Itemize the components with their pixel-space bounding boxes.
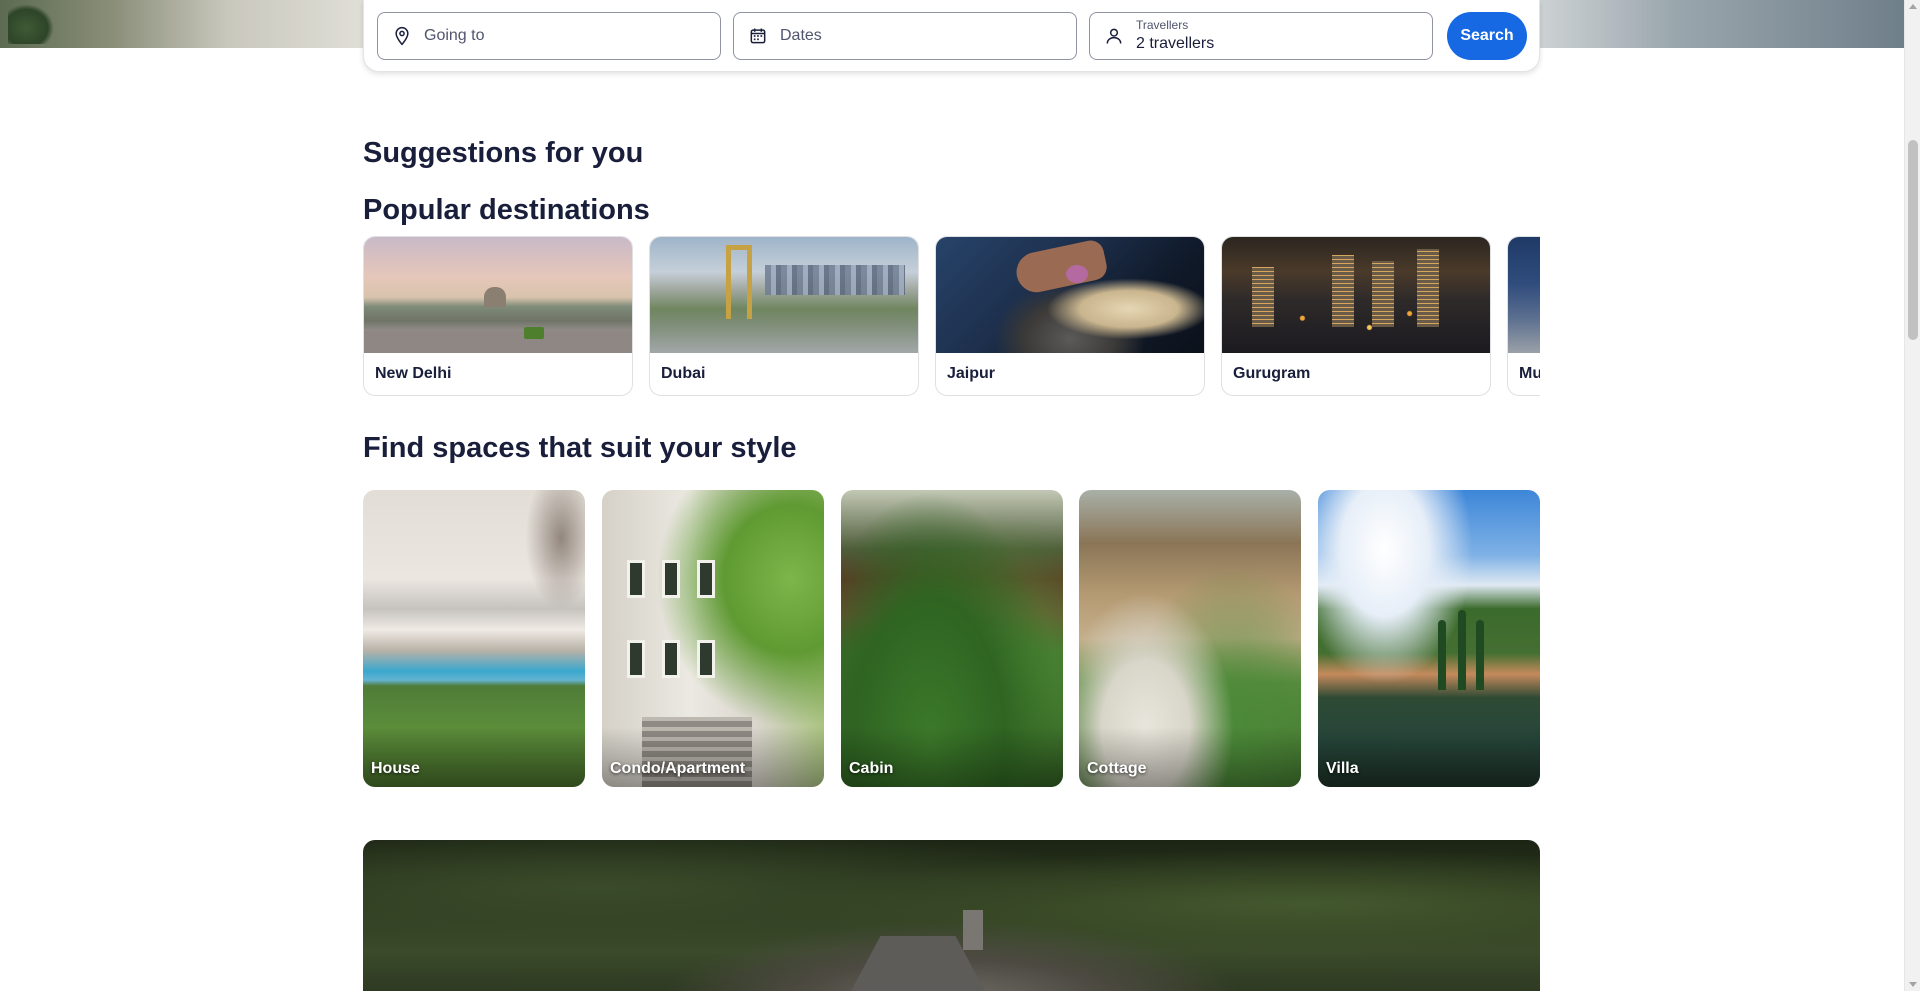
going-to-placeholder: Going to — [424, 27, 485, 44]
style-label: Condo/Apartment — [610, 760, 746, 777]
suggestions-heading: Suggestions for you — [363, 137, 644, 169]
cypress-shape — [1438, 620, 1446, 690]
destination-card-mumbai[interactable]: Mu — [1507, 236, 1540, 396]
chimney-shape — [963, 910, 983, 950]
rickshaw-shape — [524, 327, 544, 339]
cypress-shape — [1476, 620, 1484, 690]
building-shape — [1417, 249, 1439, 327]
style-card-cabin[interactable]: Cabin — [841, 490, 1063, 787]
destination-image — [1222, 237, 1490, 353]
destination-name: Jaipur — [947, 365, 996, 382]
building-shape — [1372, 261, 1394, 327]
window-shape — [662, 560, 680, 598]
search-button[interactable]: Search — [1447, 12, 1527, 60]
style-card-house[interactable]: House — [363, 490, 585, 787]
destination-image — [1508, 237, 1540, 353]
card-shade — [1318, 727, 1540, 787]
going-to-field[interactable]: Going to — [377, 12, 721, 60]
hands-shape — [1012, 238, 1110, 296]
card-shade — [1079, 727, 1301, 787]
destination-name: New Delhi — [375, 365, 452, 382]
scroll-up-arrow-icon[interactable] — [1909, 4, 1917, 9]
skyline-shape — [765, 265, 905, 295]
travellers-value: 2 travellers — [1136, 34, 1215, 52]
spaces-heading: Find spaces that suit your style — [363, 432, 797, 464]
destination-card-new-delhi[interactable]: New Delhi — [363, 236, 633, 396]
style-label: Cabin — [849, 760, 894, 777]
window-shape — [627, 640, 645, 678]
style-card-condo-apartment[interactable]: Condo/Apartment — [602, 490, 824, 787]
hero-foliage — [8, 4, 54, 44]
destination-card-gurugram[interactable]: Gurugram — [1221, 236, 1491, 396]
popular-destinations-heading: Popular destinations — [363, 194, 650, 226]
destination-name: Dubai — [661, 365, 706, 382]
card-shade — [602, 727, 824, 787]
building-shape — [1332, 255, 1354, 327]
style-label: Cottage — [1087, 760, 1147, 777]
dubai-frame-shape — [726, 245, 752, 319]
search-bar: Going to Dates Travellers 2 travellers S… — [363, 0, 1540, 72]
travellers-label: Travellers — [1136, 17, 1189, 32]
style-card-cottage[interactable]: Cottage — [1079, 490, 1301, 787]
promo-banner-image[interactable] — [363, 840, 1540, 991]
window-shape — [697, 560, 715, 598]
window-shape — [662, 640, 680, 678]
style-label: Villa — [1326, 760, 1359, 777]
destination-image — [936, 237, 1204, 353]
person-icon — [1104, 26, 1124, 46]
map-pin-icon — [392, 26, 412, 46]
destination-name: Gurugram — [1233, 365, 1311, 382]
card-shade — [841, 727, 1063, 787]
window-shape — [697, 640, 715, 678]
road-shape — [364, 331, 632, 353]
destination-image — [364, 237, 632, 353]
style-label: House — [371, 760, 420, 777]
onion-shape — [1066, 265, 1088, 283]
destination-card-jaipur[interactable]: Jaipur — [935, 236, 1205, 396]
india-gate-shape — [484, 287, 506, 307]
destination-card-dubai[interactable]: Dubai — [649, 236, 919, 396]
building-shape — [1252, 267, 1274, 327]
dates-placeholder: Dates — [780, 27, 822, 44]
scroll-down-arrow-icon[interactable] — [1909, 982, 1917, 987]
destinations-carousel: New Delhi Dubai Jaipur Gurugram Mu — [363, 236, 1540, 396]
window-shape — [627, 560, 645, 598]
tree-shape — [525, 490, 585, 610]
card-shade — [363, 727, 585, 787]
destination-name: Mu — [1519, 365, 1540, 382]
travellers-field[interactable]: Travellers 2 travellers — [1089, 12, 1433, 60]
destination-image — [650, 237, 918, 353]
scrollbar-thumb[interactable] — [1908, 140, 1918, 340]
calendar-icon — [748, 26, 768, 46]
style-card-villa[interactable]: Villa — [1318, 490, 1540, 787]
cypress-shape — [1458, 610, 1466, 690]
dates-field[interactable]: Dates — [733, 12, 1077, 60]
page-scrollbar[interactable] — [1904, 0, 1920, 991]
